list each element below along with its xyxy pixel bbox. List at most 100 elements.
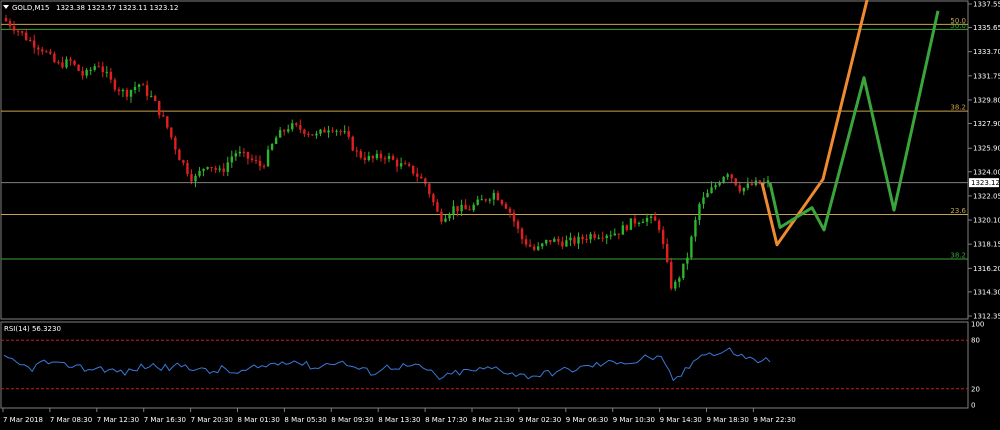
candle-body [549,239,552,242]
rsi-tick-label: 20 [971,385,980,393]
candle-body [8,21,12,27]
candle-body [710,187,713,194]
candle-body [363,157,367,160]
time-tick-label: 7 Mar 12:30 [97,416,139,424]
fib-level-label: 38.2 [950,104,966,112]
candle-body [428,183,431,195]
candle-body [569,237,572,241]
rsi-tick-label: 100 [971,321,984,329]
price-tick-label: 1322.05 [973,192,1000,200]
price-tick-label: 1324.00 [973,168,1000,176]
candle-body [202,168,205,171]
candle-body [722,176,725,183]
candle-body [601,237,604,239]
candle-body [319,129,322,134]
fib-level-label: 23.6 [950,207,966,215]
candle-body [65,59,68,68]
candle-body [133,86,137,90]
candle-body [520,228,524,240]
candle-body [303,129,306,134]
candle-body [589,234,592,240]
candle-body [153,95,157,102]
candle-body [113,79,117,90]
candle-body [16,30,20,32]
candle-body [170,127,173,138]
candle-body [613,233,616,236]
price-tick-label: 1316.20 [973,265,1000,273]
candle-body [359,151,362,158]
candle-body [726,174,729,177]
candle-body [524,239,528,245]
fib-level-label: 38.2 [950,252,966,260]
candle-body [295,123,298,126]
candle-body [109,71,113,80]
candle-body [577,236,580,244]
candle-body [496,192,500,201]
candle-body [214,168,217,170]
candle-body [246,151,250,159]
candle-body [448,214,451,219]
candle-body [706,193,709,198]
candle-body [254,160,258,162]
candle-body [335,130,338,132]
candle-body [395,159,399,167]
price-tick-label: 1314.30 [973,288,1000,296]
candle-body [508,208,512,213]
candle-body [89,69,92,71]
candle-body [561,241,564,247]
candle-body [403,163,407,165]
candle-body [665,244,669,262]
candle-body [262,166,266,168]
candle-body [657,220,661,230]
candle-body [661,229,665,245]
price-tick-label: 1325.90 [973,145,1000,153]
candle-body [528,244,532,247]
rsi-tick-label: 80 [971,337,980,345]
candle-body [125,89,129,97]
candle-body [593,234,596,239]
candle-body [73,60,76,65]
candle-body [456,206,459,212]
candle-body [742,187,745,192]
time-tick-label: 7 Mar 2018 [3,416,43,424]
candle-body [407,164,411,166]
candle-body [37,47,40,50]
candle-body [581,236,584,240]
candle-body [69,59,72,61]
candle-body [375,153,379,159]
candle-body [686,257,689,264]
candle-body [250,158,254,161]
candle-body [367,155,371,160]
trading-chart[interactable]: 50.050.038.223.638.2 1337.551335.651333.… [0,0,1000,430]
time-tick-label: 8 Mar 09:30 [331,416,373,424]
time-tick-label: 9 Mar 10:30 [613,416,655,424]
candle-body [274,137,278,144]
candle-body [327,130,330,133]
candle-body [351,136,354,151]
candle-body [20,31,24,33]
candle-body [629,218,633,230]
candle-body [718,182,721,186]
candle-body [488,199,492,201]
candle-body [117,89,121,92]
candle-body [383,158,387,160]
candle-body [311,134,314,136]
candle-body [198,170,201,176]
candle-body [512,212,516,222]
candle-body [379,153,383,159]
candle-body [270,143,274,150]
candle-body [645,217,649,222]
time-tick-label: 9 Mar 06:30 [566,416,608,424]
price-tick-label: 1337.55 [973,1,1000,9]
candle-body [266,149,270,167]
candle-body [516,221,520,229]
candle-body [24,32,28,40]
candle-body [641,221,645,224]
candle-body [77,64,80,71]
candle-body [674,281,677,289]
time-tick-label: 7 Mar 20:30 [191,416,233,424]
candle-body [218,168,221,170]
candle-body [738,185,741,192]
candle-body [472,204,475,211]
candle-body [617,233,621,235]
